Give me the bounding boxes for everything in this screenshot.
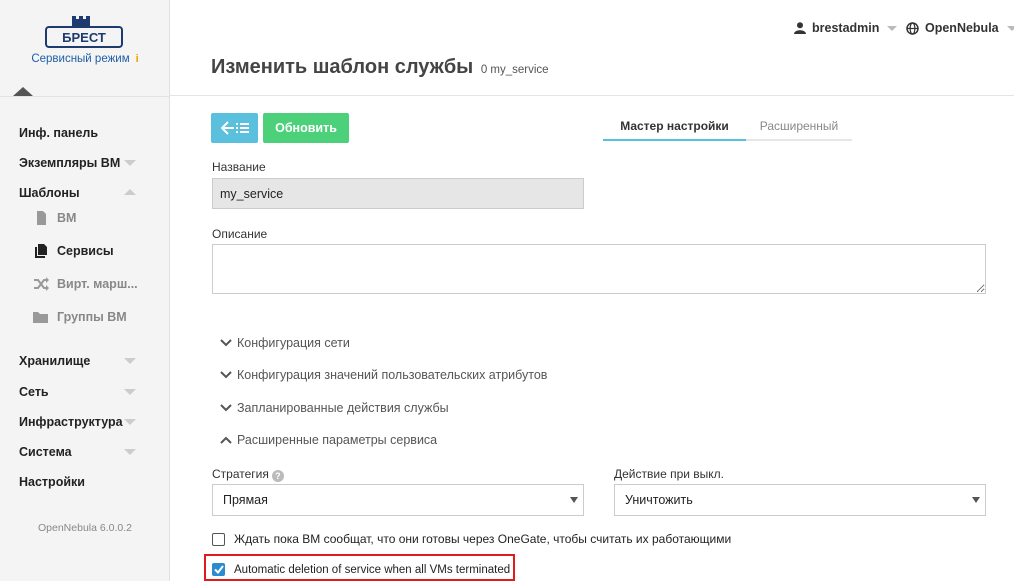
description-textarea[interactable] [212,244,986,294]
strategy-select[interactable]: Прямая [212,484,584,516]
section-scheduled-actions[interactable]: Запланированные действия службы [220,401,449,415]
sidebar: БРЕСТ Сервисный режим i Инф. панель Экзем… [0,0,170,581]
sidebar-item-infrastructure[interactable]: Инфраструктура [19,415,123,429]
update-button[interactable]: Обновить [263,113,349,143]
dropdown-caret-icon [570,497,578,503]
section-label: Расширенные параметры сервиса [237,433,438,447]
section-advanced-params[interactable]: Расширенные параметры сервиса [220,433,437,447]
globe-icon [906,21,919,35]
chevron-down-icon[interactable] [124,389,136,395]
name-label: Название [212,160,266,174]
chevron-down-icon [220,371,232,379]
sidebar-item-dashboard[interactable]: Инф. панель [19,126,98,140]
version-label: OpenNebula 6.0.0.2 [38,522,132,534]
file-icon [37,211,46,225]
service-mode-label: Сервисный режим i [0,53,170,65]
tab-wizard[interactable]: Мастер настройки [603,113,746,141]
sidebar-subitem-label: Вирт. марш... [57,277,138,291]
strategy-label-text: Стратегия [212,467,269,481]
sidebar-item-vm-instances[interactable]: Экземпляры ВМ [19,156,120,170]
auto-delete-checkbox[interactable] [212,563,225,576]
chevron-up-icon [220,436,232,444]
chevron-down-icon [887,25,898,31]
sidebar-subitem-vrouters[interactable]: Вирт. марш... [33,277,138,291]
page-title-text: Изменить шаблон службы [211,56,474,78]
sidebar-divider [0,96,170,97]
dropdown-caret-icon [972,497,980,503]
sidebar-subitem-services[interactable]: Сервисы [33,244,114,258]
chevron-down-icon[interactable] [124,449,136,455]
shutdown-action-value: Уничтожить [625,493,693,507]
sidebar-item-storage[interactable]: Хранилище [19,354,90,368]
collapse-caret-icon[interactable] [13,87,33,96]
wait-ready-option: Ждать пока ВМ сообщат, что они готовы че… [212,532,731,546]
sidebar-item-network[interactable]: Сеть [19,385,49,399]
checkmark-icon [213,565,224,574]
folder-icon [33,312,48,323]
user-icon [794,22,806,34]
files-icon [35,244,47,258]
help-icon[interactable]: ? [271,470,284,482]
sidebar-subitem-label: ВМ [57,211,77,225]
strategy-label: Стратегия? [212,467,284,482]
section-custom-attributes[interactable]: Конфигурация значений пользовательских а… [220,368,547,382]
info-icon[interactable]: i [136,53,139,65]
sidebar-subitem-label: Группы ВМ [57,310,127,324]
chevron-down-icon [220,339,232,347]
section-label: Конфигурация значений пользовательских а… [237,368,548,382]
shutdown-action-select[interactable]: Уничтожить [614,484,986,516]
auto-delete-option: Automatic deletion of service when all V… [212,563,510,576]
chevron-up-icon[interactable] [124,189,136,195]
brest-logo[interactable]: БРЕСТ [44,14,124,54]
wait-ready-checkbox[interactable] [212,532,225,546]
chevron-down-icon[interactable] [124,358,136,364]
sidebar-subitem-vm-groups[interactable]: Группы ВМ [33,310,127,324]
page-title: Изменить шаблон службы 0 my_service [211,56,549,79]
sidebar-item-settings[interactable]: Настройки [19,475,85,489]
sidebar-item-templates[interactable]: Шаблоны [19,186,80,200]
zone-name: OpenNebula [925,21,999,35]
arrow-left-list-icon [220,121,249,135]
wait-ready-label: Ждать пока ВМ сообщат, что они готовы че… [234,532,732,546]
chevron-down-icon [1006,25,1014,31]
back-to-list-button[interactable] [211,113,258,143]
section-network-config[interactable]: Конфигурация сети [220,336,350,350]
page-subtitle: 0 my_service [480,64,549,76]
name-input[interactable] [212,178,584,209]
username: brestadmin [812,21,880,35]
shuffle-icon [34,277,49,291]
sidebar-subitem-label: Сервисы [57,244,114,258]
chevron-down-icon [220,404,232,412]
sidebar-item-system[interactable]: Система [19,445,72,459]
chevron-down-icon[interactable] [124,419,136,425]
section-label: Конфигурация сети [237,336,350,350]
shutdown-action-label: Действие при выкл. [614,467,725,481]
section-label: Запланированные действия службы [237,401,449,415]
description-label: Описание [212,227,268,241]
sidebar-subitem-vm[interactable]: ВМ [33,211,76,225]
strategy-value: Прямая [223,493,268,507]
chevron-down-icon[interactable] [124,160,136,166]
zone-menu[interactable]: OpenNebula [906,21,1014,35]
title-divider [170,95,1014,96]
auto-delete-label: Automatic deletion of service when all V… [234,563,511,576]
service-mode-text: Сервисный режим [31,53,130,65]
tab-advanced[interactable]: Расширенный [746,113,852,141]
user-menu[interactable]: brestadmin [794,21,898,35]
logo-text: БРЕСТ [62,30,106,45]
